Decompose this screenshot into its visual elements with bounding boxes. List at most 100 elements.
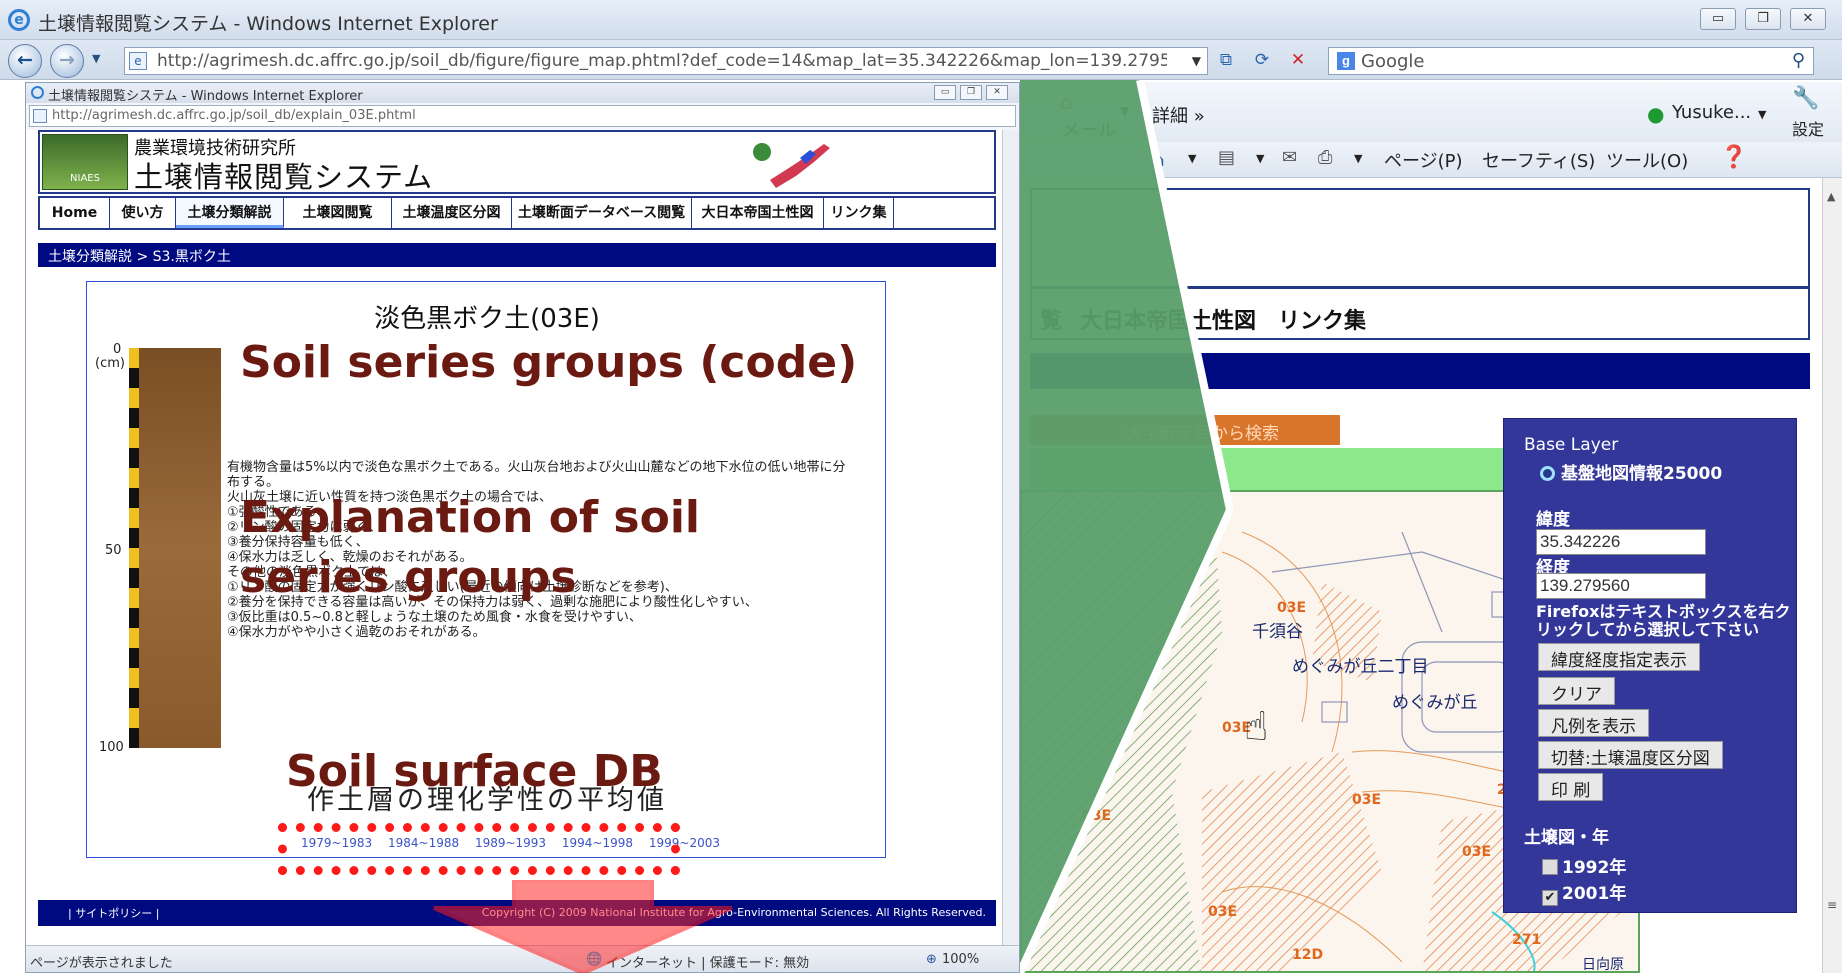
address-url[interactable]: http://agrimesh.dc.affrc.go.jp/soil_db/f…	[157, 51, 1167, 71]
page-menu[interactable]: ページ(P)	[1384, 147, 1463, 173]
inner-restore-button[interactable]: ❐	[960, 85, 982, 100]
inner-page-icon	[33, 109, 47, 123]
home-icon[interactable]: ⌂	[1152, 147, 1165, 171]
scroll-up-icon[interactable]: ▲	[1827, 190, 1835, 203]
mail-dropdown-icon[interactable]: ▼	[1120, 104, 1129, 118]
map-soil-code: 03E	[1277, 600, 1307, 616]
annotation-soil-surface: Soil surface DB	[286, 746, 663, 797]
latitude-label: 緯度	[1536, 510, 1570, 530]
profile-axis-unit: (cm)	[95, 356, 125, 371]
outer-site-nav: 覧 大日本帝国土性図 リンク集	[1030, 288, 1810, 340]
base-map-radio[interactable]: 基盤地図情報25000	[1540, 459, 1722, 484]
search-field[interactable]: g Google ⚲	[1328, 47, 1814, 75]
year-1992-checkbox[interactable]: 1992年	[1542, 853, 1626, 878]
nav-soil-classification[interactable]: 土壌分類解説	[176, 198, 284, 228]
nav-home[interactable]: Home	[40, 198, 110, 228]
outer-nav-partial[interactable]: 覧	[1040, 303, 1062, 335]
outer-site-header	[1030, 188, 1810, 288]
article-line: ④保水力がやや小さく過乾のおそれがある。	[227, 625, 486, 640]
google-logo-icon: g	[1337, 52, 1355, 70]
inner-close-button[interactable]: ✕	[986, 85, 1008, 100]
safety-menu[interactable]: セーフティ(S)	[1482, 147, 1595, 173]
nav-temperature-map[interactable]: 土壌温度区分図	[392, 198, 512, 228]
niaes-logo[interactable]: NIAES	[42, 134, 128, 190]
down-arrow-icon	[433, 880, 733, 973]
search-icon[interactable]: ⚲	[1792, 50, 1805, 71]
outer-nav-links[interactable]: リンク集	[1278, 303, 1366, 335]
firefox-note: Firefoxはテキストボックスを右クリックしてから選択して下さい	[1536, 602, 1791, 639]
home-dropdown-icon[interactable]: ▼	[1188, 152, 1196, 165]
inner-minimize-button[interactable]: ▭	[934, 85, 956, 100]
nav-profile-db[interactable]: 土壌断面データベース閲覧	[512, 198, 692, 228]
print-button[interactable]: 印 刷	[1538, 773, 1604, 801]
address-field[interactable]: e http://agrimesh.dc.affrc.go.jp/soil_db…	[124, 47, 1208, 75]
outer-command-bar-bottom: ⌂ ▼ ▤ ▼ ✉ ⎙ ▼ ページ(P) セーフティ(S) ツール(O) ❓	[1020, 142, 1842, 178]
restore-button[interactable]: ❐	[1745, 8, 1781, 30]
year-2001-label: 2001年	[1562, 884, 1627, 904]
annotation-explanation-line1: Explanation of soil	[240, 492, 700, 543]
search-by-town-tab[interactable]: 大字町丁目から検索	[1030, 415, 1340, 445]
mail-button[interactable]: メール	[1062, 116, 1116, 142]
user-menu[interactable]: Yusuke...	[1672, 102, 1751, 123]
feeds-dropdown-icon[interactable]: ▼	[1256, 152, 1264, 165]
feeds-icon[interactable]: ▤	[1218, 147, 1235, 168]
checkbox-unchecked-icon[interactable]	[1542, 859, 1558, 875]
nav-links[interactable]: リンク集	[824, 198, 894, 228]
user-dropdown-icon[interactable]: ▼	[1758, 108, 1766, 121]
close-button[interactable]: ✕	[1790, 8, 1826, 30]
settings-button[interactable]: 設定	[1792, 116, 1824, 140]
tools-menu[interactable]: ツール(O)	[1606, 147, 1688, 173]
show-latlon-button[interactable]: 緯度経度指定表示	[1538, 643, 1700, 671]
status-text: ページが表示されました	[30, 956, 173, 971]
zoom-level[interactable]: 100%	[942, 952, 979, 967]
wrench-icon: 🔧	[1792, 86, 1820, 111]
switch-temperature-map-button[interactable]: 切替:土壌温度区分図	[1538, 741, 1723, 769]
breadcrumb[interactable]: 土壌分類解説 > S3.黒ボク土	[38, 243, 996, 267]
profile-axis-top: 0	[113, 342, 122, 357]
map-soil-code: 03E	[1352, 792, 1382, 808]
read-mail-icon[interactable]: ✉	[1282, 147, 1297, 168]
print-icon[interactable]: ⎙	[1318, 147, 1332, 168]
highlight-frame	[278, 823, 680, 875]
help-icon[interactable]: ❓	[1720, 145, 1747, 170]
radio-selected-icon[interactable]	[1540, 466, 1555, 481]
refresh-icon[interactable]: ⟳	[1250, 49, 1274, 73]
inner-scrollbar[interactable]	[1002, 130, 1019, 945]
scroll-grip-icon[interactable]: ≡	[1827, 898, 1837, 912]
site-policy-link[interactable]: | サイトポリシー |	[68, 905, 159, 921]
outer-scrollbar[interactable]: ▲ ≡	[1822, 178, 1842, 973]
stop-icon[interactable]: ✕	[1286, 49, 1310, 73]
longitude-input[interactable]	[1536, 573, 1706, 599]
inner-title-bar: 土壌情報閲覧システム - Windows Internet Explorer ▭…	[26, 83, 1019, 104]
clear-button[interactable]: クリア	[1538, 677, 1615, 705]
year-2001-checkbox[interactable]: ✔ 2001年	[1542, 879, 1626, 906]
forward-button[interactable]: →	[50, 44, 84, 78]
profile-axis-mid: 50	[105, 543, 122, 558]
latitude-input[interactable]	[1536, 529, 1706, 555]
minimize-button[interactable]: ▭	[1700, 8, 1736, 30]
nav-soil-map[interactable]: 土壌図閲覧	[284, 198, 392, 228]
japan-map-icon	[753, 143, 830, 188]
base-layer-title: Base Layer	[1524, 435, 1619, 455]
compatibility-icon[interactable]: ⧉	[1214, 49, 1238, 73]
zoom-icon[interactable]: ⊕	[926, 952, 937, 967]
inner-address-field[interactable]: http://agrimesh.dc.affrc.go.jp/soil_db/e…	[29, 105, 1016, 127]
detail-button[interactable]: 詳細 »	[1152, 102, 1205, 128]
status-online-icon: ●	[1647, 102, 1665, 126]
nav-usage[interactable]: 使い方	[110, 198, 176, 228]
hand-cursor-icon: ☝	[1244, 704, 1269, 750]
inner-window-title: 土壌情報閲覧システム - Windows Internet Explorer	[48, 89, 363, 104]
back-button[interactable]: ←	[8, 44, 42, 78]
address-dropdown-icon[interactable]: ▼	[1192, 54, 1201, 68]
outer-nav-imperial[interactable]: 大日本帝国土性図	[1080, 303, 1256, 335]
print-dropdown-icon[interactable]: ▼	[1354, 152, 1362, 165]
map-place-label: 日向原	[1582, 957, 1624, 973]
checkbox-checked-icon[interactable]: ✔	[1542, 890, 1558, 906]
outer-address-bar: ← → ▼ e http://agrimesh.dc.affrc.go.jp/s…	[0, 40, 1842, 80]
show-legend-button[interactable]: 凡例を表示	[1538, 709, 1649, 737]
nav-imperial-map[interactable]: 大日本帝国土性図	[692, 198, 824, 228]
mail-icon: ⌂	[1060, 90, 1073, 114]
inner-address-url[interactable]: http://agrimesh.dc.affrc.go.jp/soil_db/e…	[52, 108, 416, 123]
map-place-label: めぐみが丘	[1392, 693, 1478, 713]
history-dropdown-icon[interactable]: ▼	[92, 52, 100, 65]
